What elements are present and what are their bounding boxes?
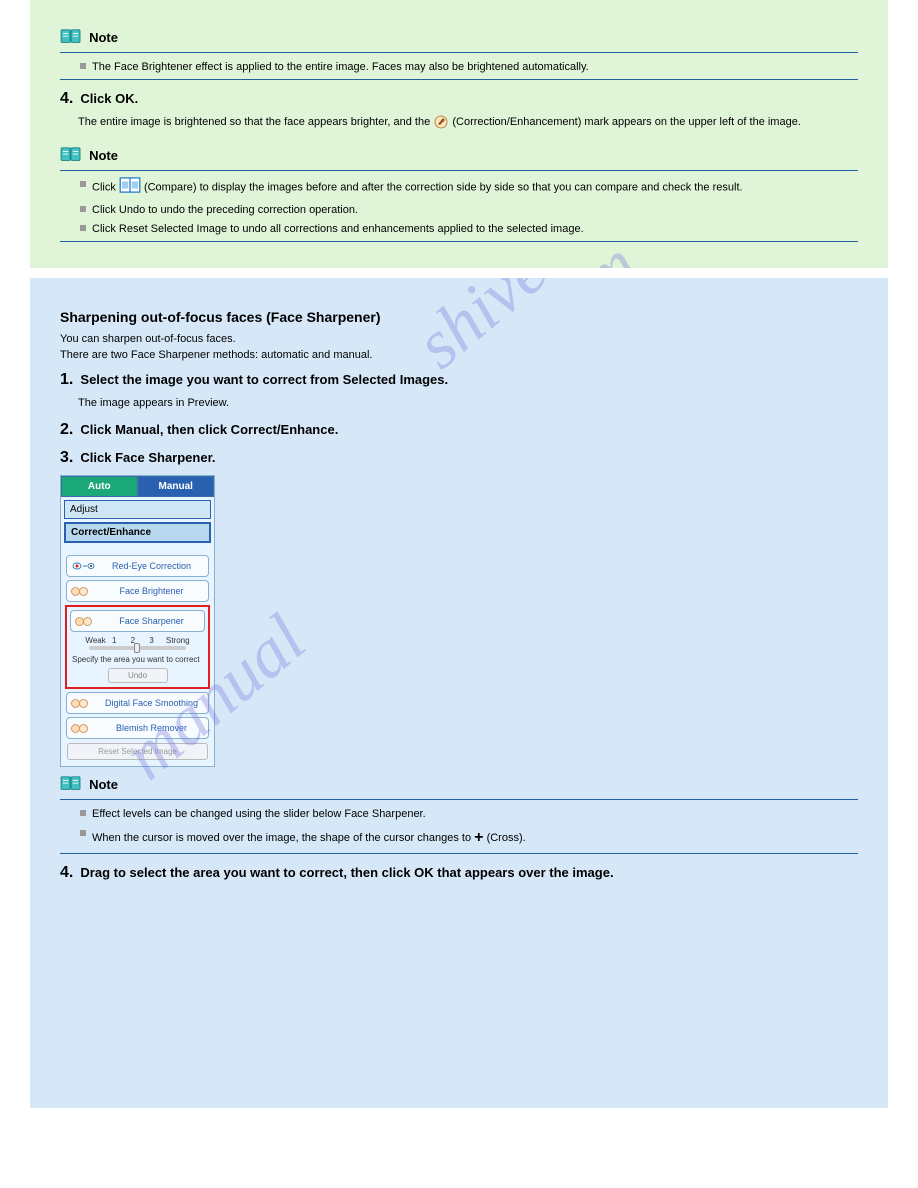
step-body: The entire image is brightened so that t… xyxy=(78,114,858,131)
note-bullet-list-blue: Effect levels can be changed using the s… xyxy=(60,806,858,850)
step-body: The image appears in Preview. xyxy=(78,395,858,412)
face-icon xyxy=(75,614,99,628)
step-4-blue: 4. Drag to select the area you want to c… xyxy=(60,864,858,882)
brightener-button[interactable]: Face Brightener xyxy=(66,580,209,602)
compare-icon xyxy=(119,177,141,199)
face-icon xyxy=(71,721,95,735)
reset-button[interactable]: Reset Selected Image xyxy=(67,743,208,760)
button-label: Face Brightener xyxy=(99,586,204,596)
step-number: 4. xyxy=(60,864,73,881)
text: (Cross). xyxy=(487,831,526,843)
correction-brush-icon xyxy=(433,114,449,130)
text: The entire image is brightened so that t… xyxy=(78,116,433,128)
note-heading-blue: Note xyxy=(60,775,858,797)
bullet-icon xyxy=(80,206,86,212)
note-label: Note xyxy=(89,777,118,792)
step-2: 2. Click Manual, then click Correct/Enha… xyxy=(60,421,858,439)
tab-auto[interactable]: Auto xyxy=(61,476,138,497)
note-heading-1: Note xyxy=(60,28,858,50)
tab-bar: Auto Manual xyxy=(61,476,214,497)
face-icon xyxy=(71,696,95,710)
divider xyxy=(60,52,858,53)
watermark: shive xyxy=(401,278,563,385)
undo-button[interactable]: Undo xyxy=(108,668,168,683)
step-title: Click Face Sharpener. xyxy=(80,450,215,465)
note-bullet-list: The Face Brightener effect is applied to… xyxy=(60,59,858,76)
note-heading-2: Note xyxy=(60,146,858,168)
slider-weak-label: Weak xyxy=(85,636,105,645)
slider-row: Weak 1 2 3 Strong xyxy=(69,633,206,653)
bullet-icon xyxy=(80,830,86,836)
slider-strong-label: Strong xyxy=(166,636,190,645)
step-number: 4. xyxy=(60,90,73,107)
adjust-row[interactable]: Adjust xyxy=(64,500,211,519)
book-icon xyxy=(60,28,82,46)
tab-manual[interactable]: Manual xyxy=(138,476,215,497)
note-bullet-list-2: Click (Compare) to display the images be… xyxy=(60,177,858,238)
slider-thumb[interactable] xyxy=(134,643,140,653)
book-icon xyxy=(60,146,82,164)
text: Click xyxy=(92,182,119,194)
list-item: Effect levels can be changed using the s… xyxy=(80,806,858,823)
list-item: Click Undo to undo the preceding correct… xyxy=(80,202,858,219)
step-number: 2. xyxy=(60,421,73,438)
bullet-icon xyxy=(80,181,86,187)
step-title: Click OK. xyxy=(80,91,138,106)
book-icon xyxy=(60,775,82,793)
step-3: 3. Click Face Sharpener. xyxy=(60,449,858,467)
text: Click Reset Selected Image to undo all c… xyxy=(92,223,584,235)
list-item: Click Reset Selected Image to undo all c… xyxy=(80,221,858,238)
step-number: 3. xyxy=(60,449,73,466)
slider-track[interactable] xyxy=(89,646,186,650)
button-label: Blemish Remover xyxy=(99,723,204,733)
note-label: Note xyxy=(89,148,118,163)
sharpener-selected-box: Face Sharpener Weak 1 2 3 Strong Specify… xyxy=(65,605,210,689)
eye-icon xyxy=(71,559,95,573)
list-item: When the cursor is moved over the image,… xyxy=(80,826,858,850)
intro-text: You can sharpen out-of-focus faces. xyxy=(60,333,858,345)
note-label: Note xyxy=(89,30,118,45)
button-label: Face Sharpener xyxy=(103,616,200,626)
bullet-text: The Face Brightener effect is applied to… xyxy=(92,61,589,73)
correct-enhance-row[interactable]: Correct/Enhance xyxy=(64,522,211,543)
step-4: 4. Click OK. xyxy=(60,90,858,108)
divider xyxy=(60,799,858,800)
text: When the cursor is moved over the image,… xyxy=(92,831,474,843)
face-icon xyxy=(71,584,95,598)
redeye-button[interactable]: Red-Eye Correction xyxy=(66,555,209,577)
step-1: 1. Select the image you want to correct … xyxy=(60,371,858,389)
sharpener-button[interactable]: Face Sharpener xyxy=(70,610,205,632)
text: (Correction/Enhancement) mark appears on… xyxy=(452,116,801,128)
step-title: Select the image you want to correct fro… xyxy=(80,372,448,387)
section-title: Sharpening out-of-focus faces (Face Shar… xyxy=(60,309,858,325)
intro-text-2: There are two Face Sharpener methods: au… xyxy=(60,349,858,361)
divider xyxy=(60,853,858,854)
cross-icon: + xyxy=(474,829,483,846)
smoothing-button[interactable]: Digital Face Smoothing xyxy=(66,692,209,714)
specify-text: Specify the area you want to correct xyxy=(69,653,206,666)
text: (Compare) to display the images before a… xyxy=(144,182,743,194)
bullet-icon xyxy=(80,63,86,69)
bullet-icon xyxy=(80,225,86,231)
step-number: 1. xyxy=(60,371,73,388)
step-title: Click Manual, then click Correct/Enhance… xyxy=(80,422,338,437)
divider xyxy=(60,241,858,242)
divider xyxy=(60,170,858,171)
list-item: The Face Brightener effect is applied to… xyxy=(80,59,858,76)
blemish-button[interactable]: Blemish Remover xyxy=(66,717,209,739)
correction-panel: Auto Manual Adjust Correct/Enhance Red-E… xyxy=(60,475,215,767)
button-label: Digital Face Smoothing xyxy=(99,698,204,708)
text: Effect levels can be changed using the s… xyxy=(92,808,426,820)
step-title: Drag to select the area you want to corr… xyxy=(80,865,613,880)
divider xyxy=(60,79,858,80)
list-item: Click (Compare) to display the images be… xyxy=(80,177,858,199)
text: Click Undo to undo the preceding correct… xyxy=(92,204,358,216)
bullet-icon xyxy=(80,810,86,816)
button-label: Red-Eye Correction xyxy=(99,561,204,571)
